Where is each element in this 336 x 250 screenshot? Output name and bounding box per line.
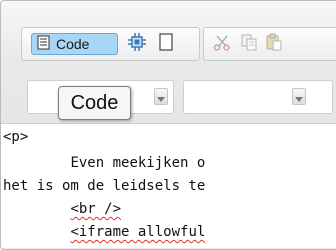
source-line: het is om de leidsels te [3, 178, 206, 194]
source-line-text: <br /> [70, 201, 122, 217]
paste-button[interactable] [262, 33, 286, 55]
source-line: <br /> [3, 200, 121, 219]
code-tooltip: Code [58, 86, 131, 120]
source-line: <p> [3, 129, 29, 145]
plugin-button[interactable] [124, 33, 150, 55]
copy-button[interactable] [237, 33, 261, 55]
cut-icon [213, 33, 231, 55]
format-row [1, 73, 336, 123]
toolbar-group-clipboard [203, 27, 336, 61]
toolbar-group-document: Code [21, 27, 200, 61]
copy-icon [240, 33, 258, 55]
blank-page-button[interactable] [154, 33, 178, 55]
chevron-down-icon [295, 87, 303, 106]
source-line: <iframe allowful [3, 223, 205, 242]
source-line-text: <iframe allowful [70, 224, 206, 240]
blank-page-icon [159, 33, 173, 55]
format-dropdown-arrow[interactable] [292, 88, 306, 105]
plugin-icon [127, 32, 147, 56]
code-button[interactable]: Code [31, 33, 118, 55]
source-editor[interactable]: <p> Even meekijken o het is om de leidse… [1, 123, 336, 248]
code-button-label: Code [56, 36, 90, 52]
cut-button[interactable] [210, 33, 234, 55]
styles-dropdown-arrow[interactable] [154, 88, 168, 105]
format-dropdown[interactable] [183, 80, 333, 114]
paste-icon [265, 33, 283, 55]
source-line: Even meekijken o [3, 154, 205, 173]
source-line-text: Even meekijken o [70, 155, 206, 171]
chevron-down-icon [157, 87, 165, 106]
source-icon [37, 35, 50, 54]
toolbar: Code [1, 23, 336, 61]
editor-frame: Code <p> Even meekijken o het is om de l… [0, 0, 336, 250]
